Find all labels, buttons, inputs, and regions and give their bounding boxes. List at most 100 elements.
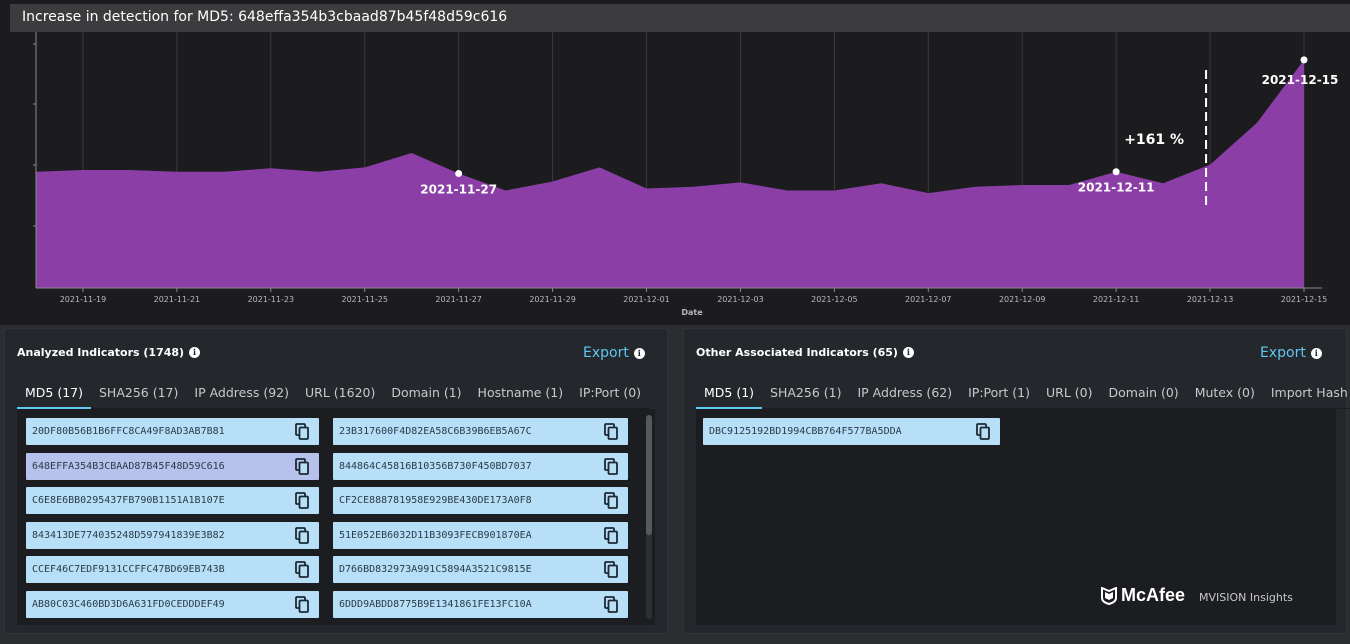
tab-hostname[interactable]: Hostname (1): [470, 379, 572, 409]
info-icon[interactable]: i: [633, 348, 645, 359]
indicator-chip[interactable]: AB80C03C460BD3D6A631FD0CEDDDEF49: [26, 590, 319, 618]
indicator-hash: CCEF46C7EDF9131CCFFC47BD69EB743B: [32, 564, 225, 575]
analyzed-indicators-title: Analyzed Indicators (1748) i: [17, 346, 201, 359]
copy-icon[interactable]: [295, 526, 309, 544]
indicator-hash: D766BD832973A991C5894A3521C9815E: [339, 564, 532, 575]
tab-ip-address[interactable]: IP Address (62): [849, 379, 960, 409]
export-label[interactable]: Export: [583, 345, 629, 361]
copy-icon[interactable]: [604, 526, 618, 544]
tab-ip-port[interactable]: IP:Port (0): [571, 379, 649, 409]
highlight-point: [455, 169, 463, 177]
indicator-hash: 23B317600F4D82EA58C6B39B6EB5A67C: [339, 426, 532, 437]
indicator-chip[interactable]: 648EFFA354B3CBAAD87B45F48D59C616: [26, 452, 319, 480]
copy-icon[interactable]: [604, 595, 618, 613]
tab-url[interactable]: URL (0): [1038, 379, 1100, 409]
indicator-hash: 6DDD9ABDD8775B9E1341861FE13FC10A: [339, 598, 532, 610]
analyzed-indicators-title-text: Analyzed Indicators (1748): [17, 346, 185, 359]
tab-ip-port[interactable]: IP:Port (1): [960, 379, 1038, 409]
other-indicators-title-text: Other Associated Indicators (65): [696, 346, 898, 359]
analyzed-indicators-tabs: MD5 (17) SHA256 (17) IP Address (92) URL (1…: [17, 379, 650, 409]
indicator-chip[interactable]: 6DDD9ABDD8775B9E1341861FE13FC10A: [333, 590, 628, 618]
x-tick-label: 2021-12-01: [623, 295, 670, 304]
copy-icon[interactable]: [295, 595, 309, 613]
indicator-hash: 648EFFA354B3CBAAD87B45F48D59C616: [32, 460, 225, 472]
other-associated-indicators-panel: Other Associated Indicators (65) i Export…: [683, 328, 1350, 634]
indicator-hash: 51E052EB6032D11B3093FECB901870EA: [339, 529, 532, 541]
indicator-hash: C6E8E6BB0295437FB790B1151A1B107E: [32, 495, 225, 506]
indicator-chip[interactable]: 51E052EB6032D11B3093FECB901870EA: [333, 521, 628, 549]
indicator-chip[interactable]: CCEF46C7EDF9131CCFFC47BD69EB743B: [26, 556, 319, 583]
brand-footer: McAfee MVISION Insights: [1101, 585, 1293, 606]
indicator-chip[interactable]: 844864C45816B10356B730F450BD7037: [333, 452, 628, 480]
export-button[interactable]: Export i: [1260, 345, 1322, 361]
indicator-hash: CF2CE888781958E929BE430DE173A0F8: [339, 495, 532, 506]
x-axis-label: Date: [681, 308, 703, 317]
info-icon[interactable]: i: [1310, 348, 1322, 359]
analyzed-indicators-panel: Analyzed Indicators (1748) i Export i MD5 …: [4, 328, 668, 634]
indicator-hash: 20DF80B56B1B6FFC8CA49F8AD3AB7B81: [32, 426, 225, 437]
copy-icon[interactable]: [295, 423, 309, 440]
highlight-point: [1300, 56, 1308, 64]
analyzed-indicators-list: 20DF80B56B1B6FFC8CA49F8AD3AB7B81 648EFFA3…: [17, 409, 655, 625]
export-button[interactable]: Export i: [583, 345, 645, 361]
copy-icon[interactable]: [604, 492, 618, 509]
export-label[interactable]: Export: [1260, 345, 1306, 361]
copy-icon[interactable]: [604, 423, 618, 440]
x-tick-label: 2021-12-13: [1187, 295, 1234, 304]
indicator-hash: 844864C45816B10356B730F450BD7037: [339, 460, 532, 472]
copy-icon[interactable]: [295, 561, 309, 578]
mcafee-shield-icon: [1101, 586, 1117, 605]
indicator-hash: DBC9125192BD1994CBB764F577BA5DDA: [709, 426, 902, 437]
tab-sha256[interactable]: SHA256 (17): [91, 379, 186, 409]
x-tick-label: 2021-11-23: [248, 295, 295, 304]
annotation-delta-label: +161 %: [1124, 132, 1184, 148]
x-tick-label: 2021-12-09: [999, 295, 1046, 304]
indicator-chip[interactable]: 20DF80B56B1B6FFC8CA49F8AD3AB7B81: [26, 418, 319, 445]
highlight-date-label: 2021-12-15: [1262, 73, 1339, 87]
scrollbar-thumb[interactable]: [646, 415, 652, 535]
copy-icon[interactable]: [295, 492, 309, 509]
indicator-chip[interactable]: DBC9125192BD1994CBB764F577BA5DDA: [703, 418, 1000, 445]
indicator-chip[interactable]: 23B317600F4D82EA58C6B39B6EB5A67C: [333, 418, 628, 445]
x-tick-label: 2021-11-21: [154, 295, 201, 304]
info-icon[interactable]: i: [189, 347, 201, 358]
copy-icon[interactable]: [604, 561, 618, 578]
tab-url[interactable]: URL (1620): [297, 379, 383, 409]
x-tick-label: 2021-12-15: [1281, 295, 1328, 304]
x-tick-label: 2021-11-25: [341, 295, 388, 304]
list-scrollbar[interactable]: [646, 415, 652, 619]
tab-import-hash[interactable]: Import Hash (0): [1263, 379, 1350, 409]
highlight-date-label: 2021-11-27: [420, 182, 497, 196]
tab-sha256[interactable]: SHA256 (1): [762, 379, 849, 409]
tab-md5[interactable]: MD5 (17): [17, 379, 91, 409]
tab-mutex[interactable]: Mutex (0): [1187, 379, 1263, 409]
chart-header: Increase in detection for MD5: 648effa35…: [10, 4, 1350, 32]
x-tick-label: 2021-12-03: [717, 295, 764, 304]
chart-title: Increase in detection for MD5: 648effa35…: [22, 9, 508, 25]
highlight-date-label: 2021-12-11: [1078, 181, 1155, 195]
indicator-chip[interactable]: D766BD832973A991C5894A3521C9815E: [333, 556, 628, 583]
tab-domain[interactable]: Domain (1): [383, 379, 469, 409]
tab-ip-address[interactable]: IP Address (92): [186, 379, 297, 409]
other-indicators-tabs: MD5 (1) SHA256 (1) IP Address (62) IP:Port …: [696, 379, 1350, 409]
indicator-chip[interactable]: CF2CE888781958E929BE430DE173A0F8: [333, 487, 628, 514]
copy-icon[interactable]: [295, 457, 309, 475]
tab-domain[interactable]: Domain (0): [1101, 379, 1187, 409]
detection-chart-panel: Increase in detection for MD5: 648effa35…: [0, 0, 1350, 325]
indicator-chip[interactable]: C6E8E6BB0295437FB790B1151A1B107E: [26, 487, 319, 514]
x-tick-label: 2021-12-07: [905, 295, 952, 304]
copy-icon[interactable]: [604, 457, 618, 475]
detection-area-chart: 2021-11-19 2021-11-21 2021-11-23 2021-11-25…: [33, 32, 1339, 317]
brand-product: MVISION Insights: [1199, 591, 1293, 604]
indicator-hash: AB80C03C460BD3D6A631FD0CEDDDEF49: [32, 598, 225, 610]
highlight-point: [1112, 168, 1120, 176]
x-tick-label: 2021-12-05: [811, 295, 858, 304]
tab-md5[interactable]: MD5 (1): [696, 379, 763, 409]
copy-icon[interactable]: [976, 423, 990, 440]
indicator-hash: 843413DE774035248D597941839E3B82: [32, 529, 225, 541]
x-tick-label: 2021-11-19: [60, 295, 107, 304]
x-tick-label: 2021-11-27: [435, 295, 482, 304]
indicator-chip[interactable]: 843413DE774035248D597941839E3B82: [26, 521, 319, 549]
info-icon[interactable]: i: [902, 347, 914, 358]
other-indicators-list: McAfee MVISION Insights DBC9125192BD1994…: [696, 409, 1336, 625]
